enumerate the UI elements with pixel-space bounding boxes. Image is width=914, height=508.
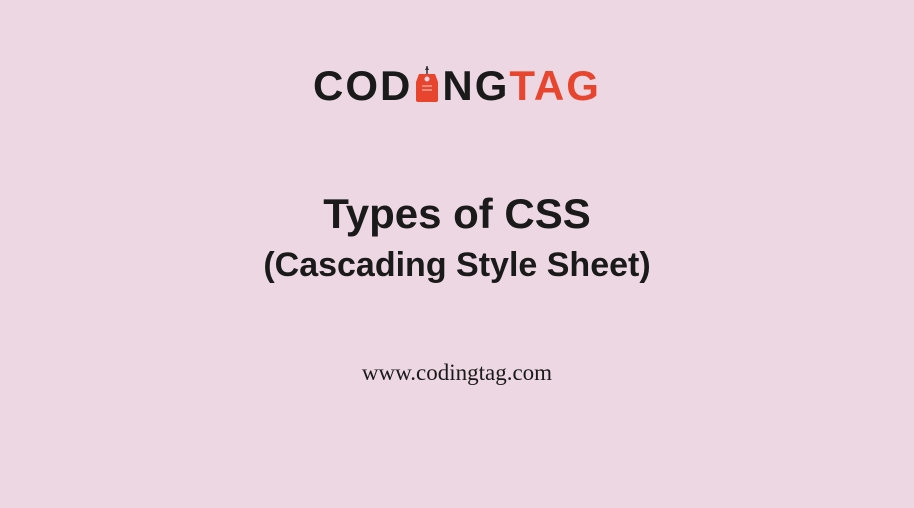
brand-logo: COD NG TAG (313, 60, 601, 110)
page-title: Types of CSS (263, 190, 650, 238)
logo-text-cod: COD (313, 62, 412, 110)
website-url: www.codingtag.com (362, 360, 552, 386)
logo-text-ng: NG (442, 62, 509, 110)
page-subtitle: (Cascading Style Sheet) (263, 246, 650, 285)
logo-text-tag: TAG (509, 62, 601, 110)
price-tag-icon (414, 64, 440, 104)
main-heading: Types of CSS (Cascading Style Sheet) (263, 190, 650, 285)
